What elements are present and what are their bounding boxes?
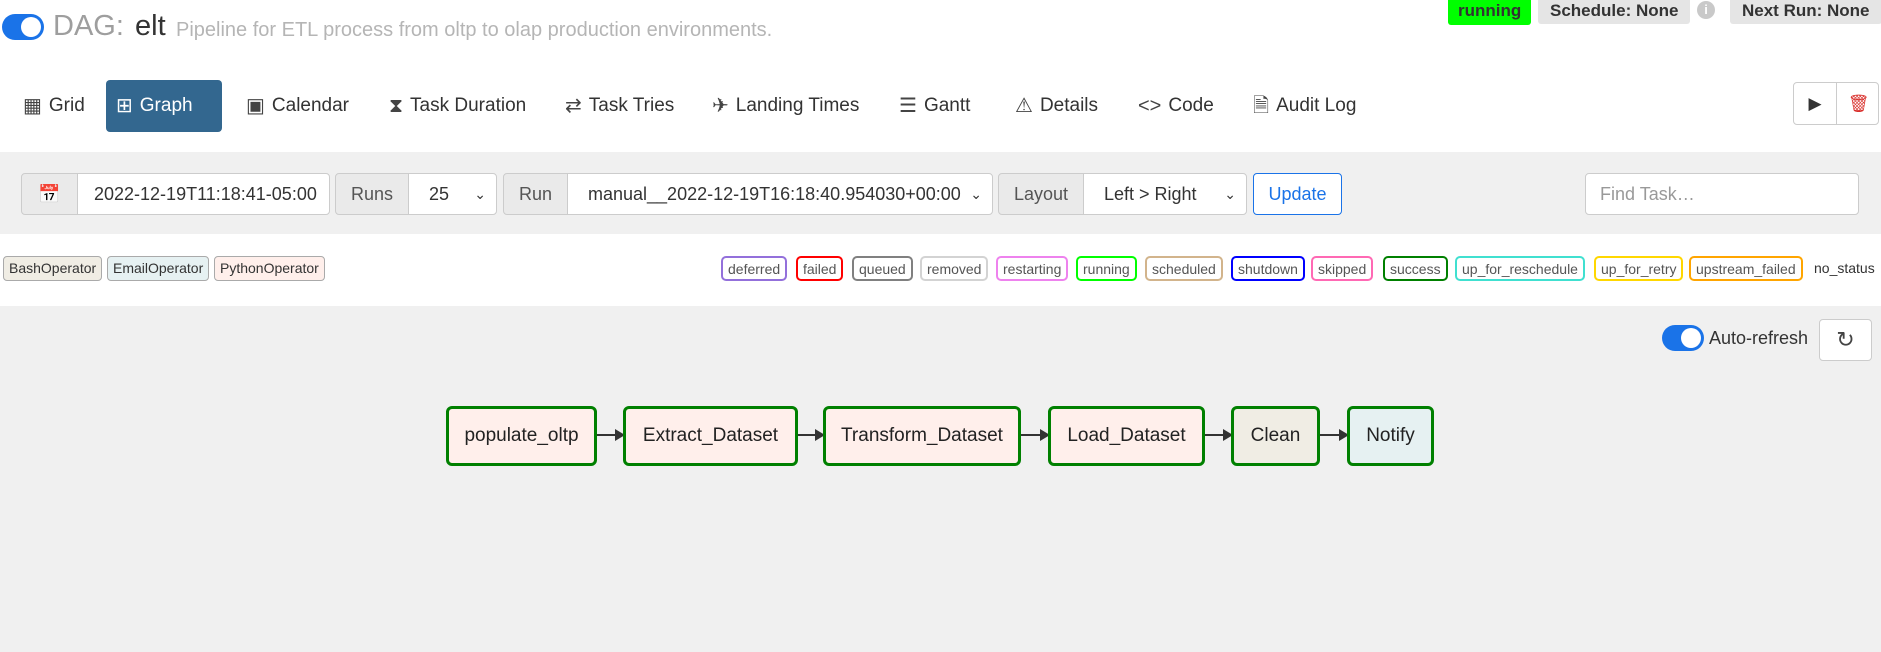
find-task-input[interactable]: Find Task… (1585, 173, 1859, 215)
tab-graph[interactable]: ⊞ Graph (106, 80, 222, 132)
grid-icon: ▦ (23, 95, 42, 117)
tab-label: Code (1168, 95, 1214, 116)
graph-filter-bar: 📅 2022-12-19T11:18:41-05:00 Runs 25 ⌄ Ru… (0, 152, 1881, 234)
hourglass-icon: ⧗ (389, 95, 404, 117)
tab-task-duration[interactable]: ⧗ Task Duration (379, 80, 536, 132)
auto-refresh-label: Auto-refresh (1709, 328, 1809, 348)
state-legend-item[interactable]: scheduled (1145, 256, 1223, 281)
layout-label: Layout (998, 173, 1084, 215)
runs-label: Runs (335, 173, 409, 215)
dag-id: elt (135, 10, 166, 42)
task-node-load-dataset[interactable]: Load_Dataset (1048, 406, 1205, 466)
tab-gantt[interactable]: ☰ Gantt (889, 80, 980, 132)
edge-arrow (1205, 429, 1233, 441)
tab-task-tries[interactable]: ⇄ Task Tries (555, 80, 684, 132)
auto-refresh-toggle[interactable] (1662, 325, 1704, 351)
state-legend-item[interactable]: shutdown (1231, 256, 1305, 281)
tab-label: Gantt (923, 95, 971, 116)
operator-legend-item[interactable]: PythonOperator (214, 256, 325, 281)
state-legend-item[interactable]: queued (852, 256, 913, 281)
dag-header: DAG: elt Pipeline for ETL process from o… (0, 0, 1881, 60)
task-node-transform-dataset[interactable]: Transform_Dataset (823, 406, 1021, 466)
legend: BashOperator EmailOperator PythonOperato… (0, 256, 1881, 282)
repeat-icon: ⇄ (565, 95, 582, 117)
edge-arrow (1021, 429, 1050, 441)
gantt-icon: ☰ (899, 95, 917, 117)
runs-value: 25 (429, 184, 450, 204)
tab-label: Grid (48, 95, 85, 116)
state-legend-item[interactable]: success (1383, 256, 1448, 281)
tab-audit-log[interactable]: 🗎 Audit Log (1243, 80, 1366, 132)
delete-dag-button[interactable]: 🗑 (1837, 83, 1880, 124)
calendar-button[interactable]: 📅 (21, 173, 78, 215)
tab-details[interactable]: ⚠ Details (1005, 80, 1108, 132)
layout-value: Left > Right (1104, 184, 1197, 204)
chevron-down-icon: ⌄ (474, 186, 486, 202)
play-icon: ▶ (1808, 94, 1822, 113)
tab-label: Task Duration (410, 95, 527, 116)
warning-triangle-icon: ⚠ (1015, 95, 1033, 117)
task-node-notify[interactable]: Notify (1347, 406, 1434, 466)
state-legend-item[interactable]: up_for_retry (1594, 256, 1684, 281)
tab-label: Details (1039, 95, 1099, 116)
run-label: Run (503, 173, 568, 215)
dag-prefix: DAG: (53, 10, 124, 42)
tab-label: Audit Log (1276, 95, 1357, 116)
state-legend-item[interactable]: skipped (1311, 256, 1374, 281)
state-legend-item[interactable]: removed (920, 256, 989, 281)
code-icon: <> (1138, 95, 1162, 117)
graph-icon: ⊞ (116, 95, 133, 117)
layout-select[interactable]: Left > Right ⌄ (1083, 173, 1247, 215)
file-search-icon: 🗎 (1253, 95, 1270, 117)
dag-pause-toggle[interactable] (2, 14, 44, 40)
edge-arrow (798, 429, 825, 441)
runs-select[interactable]: 25 ⌄ (408, 173, 497, 215)
run-select[interactable]: manual__2022-12-19T16:18:40.954030+00:00… (567, 173, 993, 215)
calendar-icon: 📅 (38, 184, 61, 204)
state-legend-item[interactable]: restarting (996, 256, 1069, 281)
tab-calendar[interactable]: ▣ Calendar (236, 80, 359, 132)
tab-code[interactable]: <> Code (1128, 80, 1224, 132)
info-icon[interactable]: i (1697, 1, 1715, 19)
tab-label: Graph (139, 95, 193, 116)
update-button[interactable]: Update (1253, 173, 1342, 215)
dag-actions: ▶ 🗑 (1793, 82, 1879, 125)
tab-landing-times[interactable]: ✈ Landing Times (702, 80, 869, 132)
base-date-input[interactable]: 2022-12-19T11:18:41-05:00 (77, 173, 330, 215)
schedule-badge: Schedule: None (1538, 0, 1691, 24)
state-legend-item[interactable]: running (1076, 256, 1137, 281)
next-run-badge: Next Run: None (1730, 0, 1881, 24)
edge-arrow (597, 429, 625, 441)
state-legend-item[interactable]: deferred (721, 256, 788, 281)
task-node-extract-dataset[interactable]: Extract_Dataset (623, 406, 798, 466)
tab-label: Calendar (271, 95, 350, 116)
tab-grid[interactable]: ▦ Grid (13, 80, 95, 132)
dag-description: Pipeline for ETL process from oltp to ol… (176, 19, 773, 41)
task-node-populate-oltp[interactable]: populate_oltp (446, 406, 597, 466)
chevron-down-icon: ⌄ (1224, 186, 1236, 202)
edge-arrow (1320, 429, 1349, 441)
dag-state-badge: running (1448, 0, 1532, 25)
task-node-clean[interactable]: Clean (1231, 406, 1320, 466)
refresh-icon: ↻ (1836, 327, 1855, 352)
trigger-dag-button[interactable]: ▶ (1794, 83, 1837, 124)
operator-legend-item[interactable]: BashOperator (3, 256, 103, 281)
state-legend-item[interactable]: failed (796, 256, 844, 281)
tab-label: Task Tries (588, 95, 675, 116)
plane-landing-icon: ✈ (712, 95, 729, 117)
trash-icon: 🗑 (1847, 94, 1870, 113)
operator-legend-item[interactable]: EmailOperator (107, 256, 210, 281)
state-legend-item[interactable]: no_status (1814, 256, 1875, 281)
state-legend-item[interactable]: up_for_reschedule (1455, 256, 1585, 281)
state-legend-item[interactable]: upstream_failed (1689, 256, 1803, 281)
tab-label: Landing Times (735, 95, 860, 116)
graph-canvas[interactable]: Auto-refresh ↻ populate_oltp Extract_Dat… (0, 306, 1881, 652)
run-value: manual__2022-12-19T16:18:40.954030+00:00 (588, 184, 961, 204)
chevron-down-icon: ⌄ (970, 186, 982, 202)
calendar-icon: ▣ (246, 95, 265, 117)
refresh-button[interactable]: ↻ (1819, 319, 1872, 361)
dag-view-tabs: ▦ Grid ⊞ Graph ▣ Calendar ⧗ Task Duration ⇄ T… (0, 80, 1881, 132)
